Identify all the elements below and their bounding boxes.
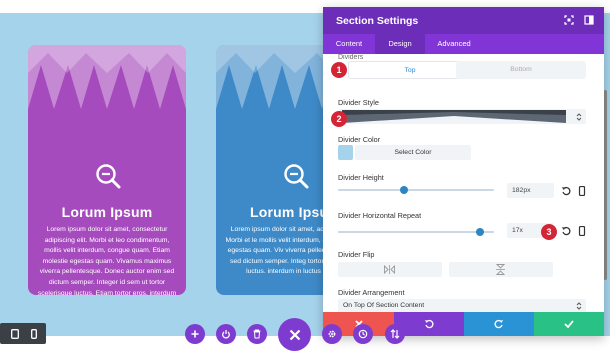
- check-icon: [564, 320, 574, 328]
- position-bottom-button[interactable]: Bottom: [456, 61, 586, 79]
- save-button[interactable]: [534, 312, 604, 336]
- tab-content[interactable]: Content: [323, 34, 375, 54]
- flip-vertical-button[interactable]: [449, 262, 553, 277]
- panel-header[interactable]: Section Settings: [323, 7, 604, 34]
- undo-icon: [424, 319, 434, 329]
- section-settings-panel: Section Settings Content Design Advanced…: [323, 7, 604, 336]
- step-marker-3: 3: [541, 224, 557, 240]
- add-icon: [191, 330, 199, 338]
- divider-flip-label: Divider Flip: [338, 250, 375, 259]
- magnifier-icon: [96, 164, 121, 189]
- slider-track: [338, 231, 494, 233]
- reset-icon[interactable]: [561, 186, 571, 196]
- card-body: Lorem ipsum dolor sit amet, consectetur …: [37, 226, 177, 295]
- trash-icon: [253, 329, 261, 339]
- mobile-icon[interactable]: [577, 226, 587, 236]
- tab-design[interactable]: Design: [375, 34, 425, 54]
- power-button[interactable]: [216, 324, 236, 344]
- divider-height-label: Divider Height: [338, 173, 384, 182]
- select-color-button[interactable]: Select Color: [355, 145, 471, 160]
- expand-icon[interactable]: [564, 15, 574, 25]
- card-title: Lorum Ipsum: [61, 204, 153, 220]
- divider-style-preview: [342, 110, 566, 123]
- redo-button[interactable]: [464, 312, 534, 336]
- portability-button[interactable]: [385, 324, 405, 344]
- select-arrows-icon: [576, 113, 582, 121]
- phone-icon[interactable]: [31, 329, 37, 339]
- history-button[interactable]: [353, 324, 373, 344]
- divider-style-label: Divider Style: [338, 98, 379, 107]
- magnifier-icon: [284, 164, 309, 189]
- divider-height-slider[interactable]: [338, 185, 494, 195]
- divider-arrangement-label: Divider Arrangement: [338, 288, 405, 297]
- flip-horizontal-icon: [384, 265, 395, 274]
- panel-tabs: Content Design Advanced: [323, 34, 604, 54]
- power-icon: [222, 330, 230, 339]
- settings-button[interactable]: [322, 324, 342, 344]
- slider-track: [338, 189, 494, 191]
- divider-repeat-label: Divider Horizontal Repeat: [338, 211, 422, 220]
- dividers-heading-cut: Dividers: [338, 54, 364, 61]
- builder-stage: Lorum Ipsum Lorem ipsum dolor sit amet, …: [0, 0, 610, 353]
- tablet-icon[interactable]: [11, 329, 19, 339]
- add-button[interactable]: [185, 324, 205, 344]
- close-builder-button[interactable]: [278, 318, 311, 351]
- step-marker-2: 2: [331, 111, 347, 127]
- delete-button[interactable]: [247, 324, 267, 344]
- slider-thumb[interactable]: [476, 228, 484, 236]
- panel-body[interactable]: Dividers Top Bottom 1 Divider Style 2 Di…: [323, 54, 604, 312]
- gear-icon: [328, 330, 336, 338]
- tab-advanced[interactable]: Advanced: [425, 34, 483, 54]
- sidebar-icon[interactable]: [584, 15, 594, 25]
- mobile-icon[interactable]: [577, 186, 587, 196]
- sort-icon: [390, 329, 400, 339]
- panel-title: Section Settings: [336, 15, 419, 27]
- divider-height-input[interactable]: 182px: [507, 183, 554, 198]
- history-icon: [358, 329, 368, 339]
- slider-thumb[interactable]: [400, 186, 408, 194]
- card-purple: Lorum Ipsum Lorem ipsum dolor sit amet, …: [28, 45, 186, 295]
- flip-horizontal-button[interactable]: [338, 262, 442, 277]
- flip-vertical-icon: [496, 264, 505, 275]
- reset-icon[interactable]: [561, 226, 571, 236]
- divider-style-select[interactable]: [338, 109, 586, 124]
- position-top-button[interactable]: Top: [348, 61, 472, 79]
- divider-zigzag-pattern: [28, 45, 186, 109]
- redo-icon: [494, 319, 504, 329]
- select-arrows-icon: [576, 302, 582, 310]
- view-mode-toolbar: [0, 323, 46, 344]
- step-marker-1: 1: [331, 62, 347, 78]
- divider-arrangement-select[interactable]: On Top Of Section Content: [338, 299, 586, 312]
- divider-arrangement-value: On Top Of Section Content: [343, 302, 425, 309]
- divider-color-swatch[interactable]: [338, 145, 353, 160]
- close-icon: [289, 329, 300, 340]
- divider-color-label: Divider Color: [338, 135, 381, 144]
- divider-repeat-slider[interactable]: [338, 227, 494, 237]
